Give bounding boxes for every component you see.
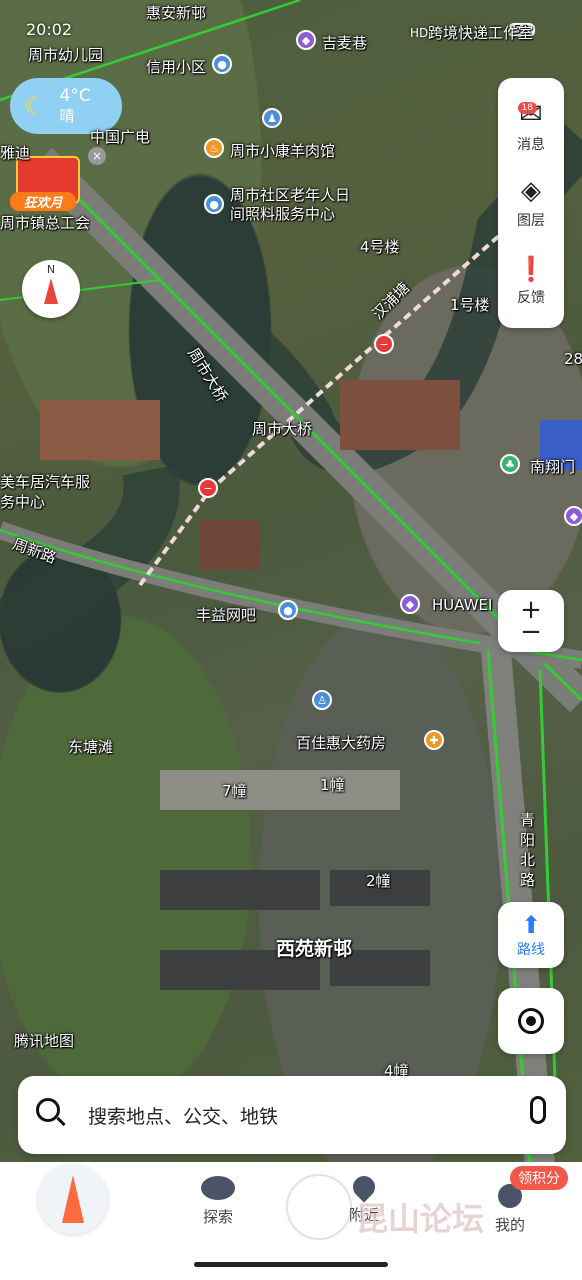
poi-huawei-shop-icon[interactable]: ◆ [400,594,420,614]
promo-label: 狂欢月 [10,192,76,211]
label-bldg4: 4号楼 [360,238,400,256]
feedback-icon: ❗ [516,255,546,283]
compass-north-label: N [46,263,56,276]
poi-shop2-icon[interactable]: ◆ [564,506,582,526]
label-yadi: 雅迪 [0,144,31,162]
compass-needle-icon [44,278,58,304]
no-entry-icon: − [198,478,218,498]
poi-park-icon[interactable]: ♣ [500,454,520,474]
label-qingyang-road: 青阳北路 [520,811,536,889]
label-lamb: 周市小康羊肉馆 [230,142,336,160]
label-huawei: HUAWEI [432,596,493,614]
compass-button[interactable]: N [22,260,80,318]
nav-explore-label: 探索 [202,1208,233,1226]
weather-desc: 晴 [59,107,75,125]
map-roads-layer [0,0,582,1165]
layers-button[interactable]: ◈ 图层 [517,164,545,242]
label-b7: 7幢 [222,782,247,800]
nav-home-button[interactable] [38,1164,108,1234]
route-button[interactable]: ⬆ 路线 [498,902,564,968]
layers-icon: ◈ [521,176,541,206]
poi-restaurant-icon[interactable]: ♨ [204,138,224,158]
planet-icon [201,1176,235,1200]
label-b2: 2幢 [366,872,391,890]
label-fengyi: 丰益网吧 [196,606,257,624]
label-union: 周市镇总工会 [0,214,91,232]
promo-banner[interactable]: 狂欢月 [10,156,80,216]
status-carrier: HD [410,26,429,40]
label-xiyuan: 西苑新邨 [276,938,353,960]
poi-toilet-icon[interactable]: ♙ [312,690,332,710]
compass-needle-icon [62,1175,84,1223]
label-zhou-kindergarten: 周市幼儿园 [28,46,104,64]
tencent-map-logo: 腾讯地图 [14,1032,75,1050]
label-express: 跨境快递工作室 [428,24,534,42]
locate-button[interactable] [498,988,564,1054]
messages-button[interactable]: ✉ 18 消息 [517,86,545,164]
poi-pharmacy-icon[interactable]: ✚ [424,730,444,750]
voice-mic-icon[interactable] [530,1096,546,1124]
label-china-broadcast: 中国广电 [90,128,151,146]
feedback-button[interactable]: ❗ 反馈 [516,242,546,320]
poi-internet-cafe-icon[interactable]: ● [278,600,298,620]
label-zhou-bridge: 周市大桥 [252,420,313,438]
label-jimai: 吉麦巷 [322,34,368,52]
label-pharmacy: 百佳惠大药房 [296,734,387,752]
search-bar[interactable]: 搜索地点、公交、地铁 [18,1076,566,1154]
route-label: 路线 [517,942,545,958]
poi-service-icon[interactable]: ● [204,194,224,214]
message-badge: 18 [517,102,537,114]
label-b1: 1幢 [320,776,345,794]
nav-explore[interactable]: 探索 [178,1176,258,1227]
zoom-out-button[interactable]: − [520,619,542,645]
poi-shop-icon[interactable]: ◆ [296,30,316,50]
label-elder-center: 周市社区老年人日间照料服务中心 [230,186,351,223]
promo-close-icon[interactable]: × [88,147,106,165]
label-bldg1: 1号楼 [450,296,490,314]
feedback-label: 反馈 [516,290,545,306]
label-num28: 28 [564,350,582,368]
no-entry-icon: − [374,334,394,354]
status-time: 20:02 [26,20,73,39]
label-huian: 惠安新邨 [146,4,207,22]
watermark-text: 昆山论坛 [356,1200,485,1238]
weather-temp: 4°C [59,86,91,106]
points-badge[interactable]: 领积分 [510,1166,568,1190]
poi-location-icon[interactable]: ● [212,54,232,74]
label-car-service: 美车居汽车服务中心 [0,473,91,511]
messages-label: 消息 [517,136,545,153]
nav-mine-label: 我的 [494,1216,525,1234]
home-indicator [194,1262,388,1267]
moon-icon: ☾ [24,92,46,120]
right-tool-panel: ✉ 18 消息 ◈ 图层 ❗ 反馈 [498,78,564,328]
layers-label: 图层 [517,213,545,229]
zoom-control[interactable]: + − [498,590,564,652]
route-arrow-icon: ⬆ [520,911,542,939]
satellite-map[interactable]: 20:02 HD 58 ☾ 4°C 晴 狂欢月 × N 周市幼儿园 惠安新邨 信… [0,0,582,1165]
search-input[interactable]: 搜索地点、公交、地铁 [88,1102,278,1129]
locate-icon [518,1008,544,1034]
label-dongtang: 东塘滩 [68,738,114,756]
label-nanxiang: 南翔门 [530,458,576,476]
label-xinyong: 信用小区 [146,58,207,76]
poi-parking-icon[interactable]: ♟ [262,108,282,128]
